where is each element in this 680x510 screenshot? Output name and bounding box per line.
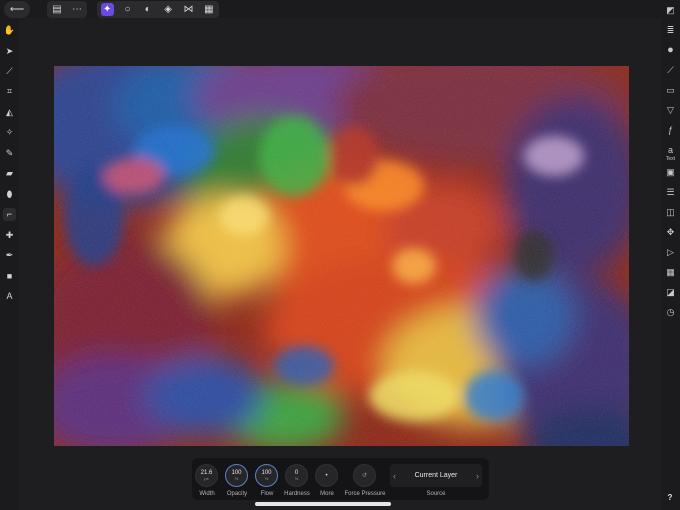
navigator-icon[interactable]: ◩	[664, 4, 677, 17]
hardness-label: Hardness	[284, 491, 310, 497]
channels-icon[interactable]: ◫	[664, 206, 677, 219]
source-label: Source	[426, 491, 446, 497]
dodge-burn-icon[interactable]: ⬮	[3, 188, 16, 201]
tone-mapping-persona-icon[interactable]: ◈	[162, 3, 175, 16]
opacity-control[interactable]: 100 %	[225, 464, 248, 487]
width-label: Width	[199, 491, 215, 497]
hardness-unit: %	[294, 476, 299, 481]
chevron-right-icon[interactable]: ›	[476, 471, 479, 481]
stock-icon[interactable]: ◪	[664, 286, 677, 299]
transform-icon[interactable]: ✥	[664, 226, 677, 239]
home-indicator[interactable]	[255, 502, 391, 506]
opacity-unit: %	[234, 476, 239, 481]
more-button[interactable]: •	[315, 464, 338, 487]
more-dot-icon: •	[325, 472, 328, 479]
help-icon[interactable]: ?	[665, 492, 675, 502]
document-canvas[interactable]	[54, 66, 629, 446]
source-selector[interactable]: ‹ Current Layer ›	[390, 464, 482, 487]
move-tool-icon[interactable]: ➤	[3, 45, 16, 58]
width-unit: px	[204, 476, 209, 481]
flow-unit: %	[264, 476, 269, 481]
top-toolbar: ⟵ ▤ ⋯ ✦ ○ ◐ ◈ ⋈ ▦	[0, 0, 680, 18]
healing-brush-icon[interactable]: ✚	[3, 229, 16, 242]
sidecar-icon[interactable]: ▦	[202, 3, 215, 16]
brushes-icon[interactable]: ⟋	[664, 64, 677, 77]
develop-persona-icon[interactable]: ◐	[141, 3, 154, 16]
color-icon[interactable]: ●	[664, 44, 677, 57]
chevron-left-icon[interactable]: ‹	[393, 471, 396, 481]
more-icon[interactable]: ⋯	[71, 3, 84, 16]
export-persona-icon[interactable]: ⋈	[182, 3, 195, 16]
width-control[interactable]: 21.6 px	[195, 464, 218, 487]
studio-panel: ◩ ≣ ● ⟋ ▭ ▽ ƒ a Text ▣ ☰ ◫ ✥ ▷ ▦ ◪ ◷	[661, 0, 680, 510]
photo-persona-icon[interactable]: ✦	[100, 3, 114, 16]
adjustments-icon[interactable]: ▽	[664, 104, 677, 117]
more-label: More	[320, 491, 334, 497]
force-pressure-button[interactable]: ↺	[353, 464, 376, 487]
eraser-icon[interactable]: ▰	[3, 167, 16, 180]
flow-control[interactable]: 100 %	[255, 464, 278, 487]
text-tool-icon[interactable]: A	[3, 290, 16, 303]
effects-icon[interactable]: ƒ	[664, 124, 677, 137]
color-picker-icon[interactable]: ⟋	[3, 65, 16, 78]
context-toolbar: 21.6 px Width 100 % Opacity 100 % Flow 0…	[192, 458, 489, 500]
swatches-icon[interactable]: ▦	[664, 266, 677, 279]
back-button[interactable]: ⟵	[4, 1, 30, 18]
persona-switcher: ✦ ○ ◐ ◈ ⋈ ▦	[97, 1, 219, 18]
info-icon[interactable]: ◷	[664, 306, 677, 319]
selection-brush-icon[interactable]: ✧	[3, 126, 16, 139]
liquify-persona-icon[interactable]: ○	[121, 3, 134, 16]
rectangle-tool-icon[interactable]: ■	[3, 270, 16, 283]
abstract-painting-image	[54, 66, 629, 446]
force-pressure-icon: ↺	[361, 472, 368, 479]
hardness-control[interactable]: 0 %	[285, 464, 308, 487]
document-icon[interactable]: ▤	[51, 3, 64, 16]
pen-tool-icon[interactable]: ✒	[3, 249, 16, 262]
flood-fill-icon[interactable]: ◭	[3, 106, 16, 119]
styles-icon[interactable]: ☰	[664, 186, 677, 199]
histogram-icon[interactable]: ▭	[664, 84, 677, 97]
history-icon[interactable]: ▷	[664, 246, 677, 259]
hand-tool-icon[interactable]: ✋	[3, 24, 16, 37]
text-studio-label: Text	[665, 156, 676, 162]
tools-panel: ✋ ➤ ⟋ ⌗ ◭ ✧ ✎ ▰ ⬮ ⌐ ✚ ✒ ■ A	[0, 18, 19, 510]
layers-icon[interactable]: ≣	[664, 24, 677, 37]
paint-brush-icon[interactable]: ✎	[3, 147, 16, 160]
clone-brush-icon[interactable]: ⌐	[3, 208, 16, 221]
back-arrow-icon: ⟵	[9, 3, 25, 15]
opacity-label: Opacity	[226, 491, 248, 497]
flow-label: Flow	[260, 491, 274, 497]
force-pressure-label: Force Pressure	[344, 491, 386, 497]
source-value: Current Layer	[414, 472, 458, 479]
crop-tool-icon[interactable]: ⌗	[3, 85, 16, 98]
document-group: ▤ ⋯	[47, 1, 87, 18]
snapshots-icon[interactable]: ▣	[664, 166, 677, 179]
